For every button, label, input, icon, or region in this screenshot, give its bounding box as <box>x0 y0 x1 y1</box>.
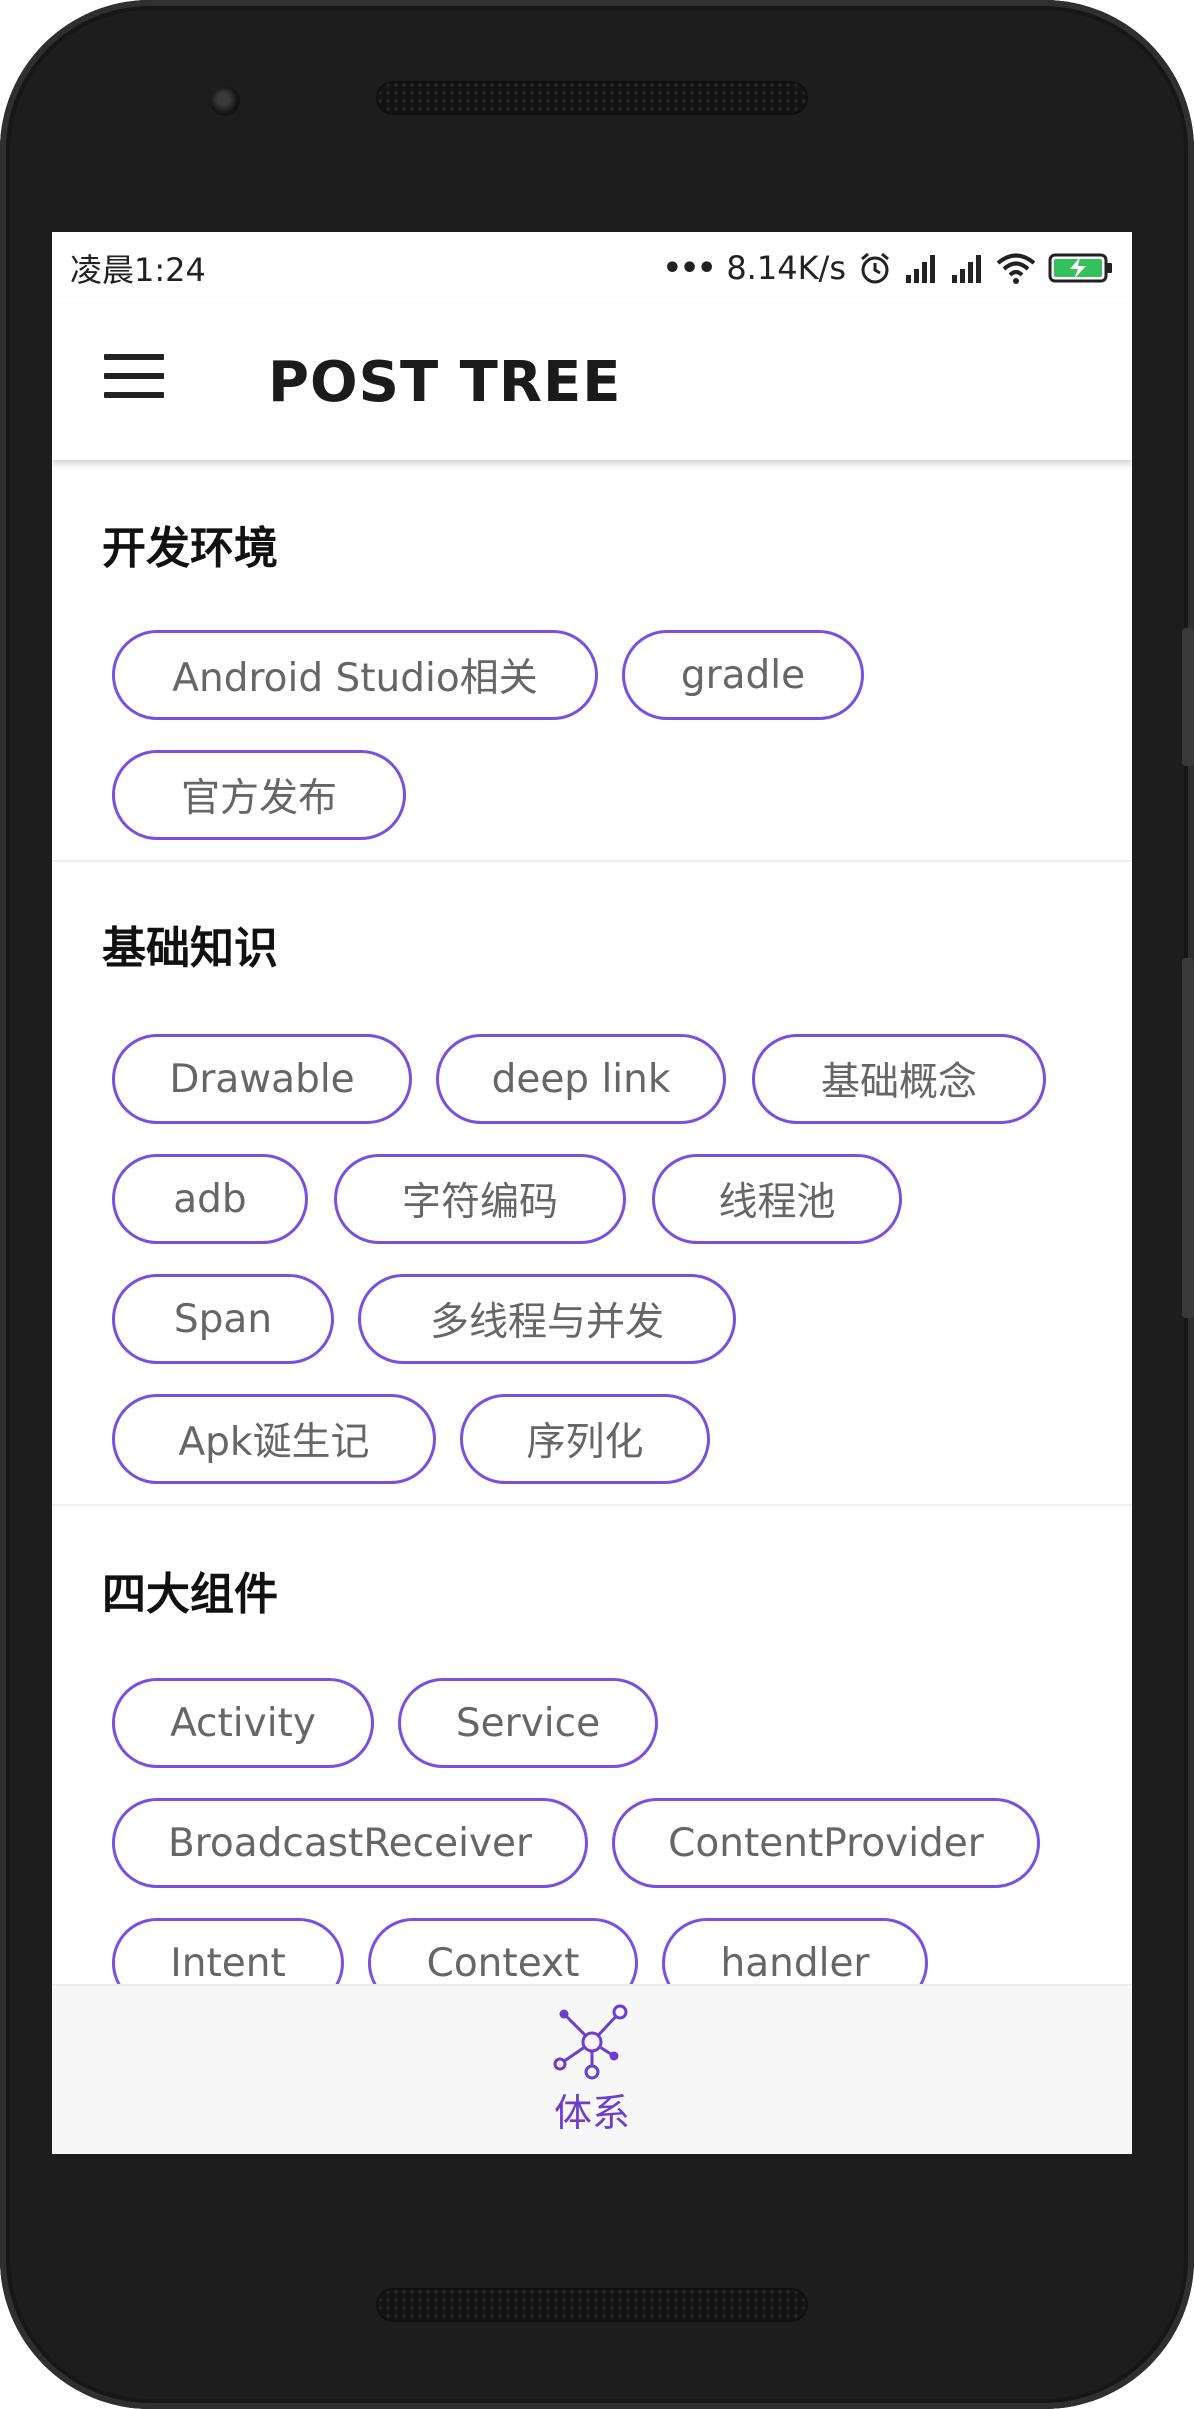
tag-chip[interactable]: Android Studio相关 <box>112 630 598 720</box>
tag-chip[interactable]: 字符编码 <box>334 1154 626 1244</box>
power-button[interactable] <box>1182 628 1194 766</box>
nav-item-tree[interactable]: 体系 <box>532 2004 652 2144</box>
section-basics: 基础知识 Drawable deep link 基础概念 adb 字符编码 线程… <box>52 862 1132 1506</box>
tag-chip[interactable]: BroadcastReceiver <box>112 1798 588 1888</box>
network-tree-icon <box>553 2004 628 2080</box>
menu-icon[interactable] <box>104 354 164 398</box>
volume-button[interactable] <box>1182 958 1194 1318</box>
tag-chip[interactable]: Drawable <box>112 1034 412 1124</box>
nav-label: 体系 <box>553 2091 630 2135</box>
app-title: POST TREE <box>268 350 622 415</box>
tag-chip[interactable]: Apk诞生记 <box>112 1394 436 1484</box>
section-title: 开发环境 <box>102 523 278 574</box>
signal-icon <box>906 255 935 283</box>
tag-chip[interactable]: Service <box>398 1678 658 1768</box>
tag-chip[interactable]: 官方发布 <box>112 750 406 840</box>
tree-list[interactable]: 开发环境 Android Studio相关 gradle 官方发布 基础知识 D… <box>52 460 1132 2014</box>
bottom-navigation: 体系 <box>52 1984 1132 2154</box>
section-components: 四大组件 Activity Service BroadcastReceiver … <box>52 1506 1132 2014</box>
tag-chip[interactable]: Span <box>112 1274 334 1364</box>
tag-chip[interactable]: 序列化 <box>460 1394 710 1484</box>
app-bar: POST TREE <box>52 304 1132 460</box>
tag-chip[interactable]: 多线程与并发 <box>358 1274 736 1364</box>
front-camera <box>210 86 240 116</box>
phone-frame: 凌晨1:24 ••• 8.14K/s POST TREE 开发环境 Androi… <box>0 0 1194 2409</box>
tag-chip[interactable]: adb <box>112 1154 308 1244</box>
section-dev-env: 开发环境 Android Studio相关 gradle 官方发布 <box>52 460 1132 862</box>
tag-chip[interactable]: deep link <box>436 1034 726 1124</box>
signal-icon-2 <box>952 255 981 283</box>
wifi-icon <box>996 253 1036 284</box>
bottom-speaker <box>376 2288 808 2322</box>
network-speed: 8.14K/s <box>726 249 846 287</box>
tag-chip[interactable]: 基础概念 <box>752 1034 1046 1124</box>
alarm-icon <box>861 252 889 284</box>
status-bar: 凌晨1:24 ••• 8.14K/s <box>52 232 1132 304</box>
battery-charging-icon <box>1048 253 1112 283</box>
section-title: 四大组件 <box>102 1569 278 1620</box>
tag-chip[interactable]: 线程池 <box>652 1154 902 1244</box>
tag-chip[interactable]: ContentProvider <box>612 1798 1040 1888</box>
tag-chip[interactable]: Activity <box>112 1678 374 1768</box>
section-title: 基础知识 <box>102 923 278 974</box>
tag-chip[interactable]: gradle <box>622 630 864 720</box>
top-speaker <box>376 81 808 115</box>
screen: 凌晨1:24 ••• 8.14K/s POST TREE 开发环境 Androi… <box>52 232 1132 2154</box>
more-notifications-icon: ••• <box>662 250 717 286</box>
status-time: 凌晨1:24 <box>70 251 206 289</box>
